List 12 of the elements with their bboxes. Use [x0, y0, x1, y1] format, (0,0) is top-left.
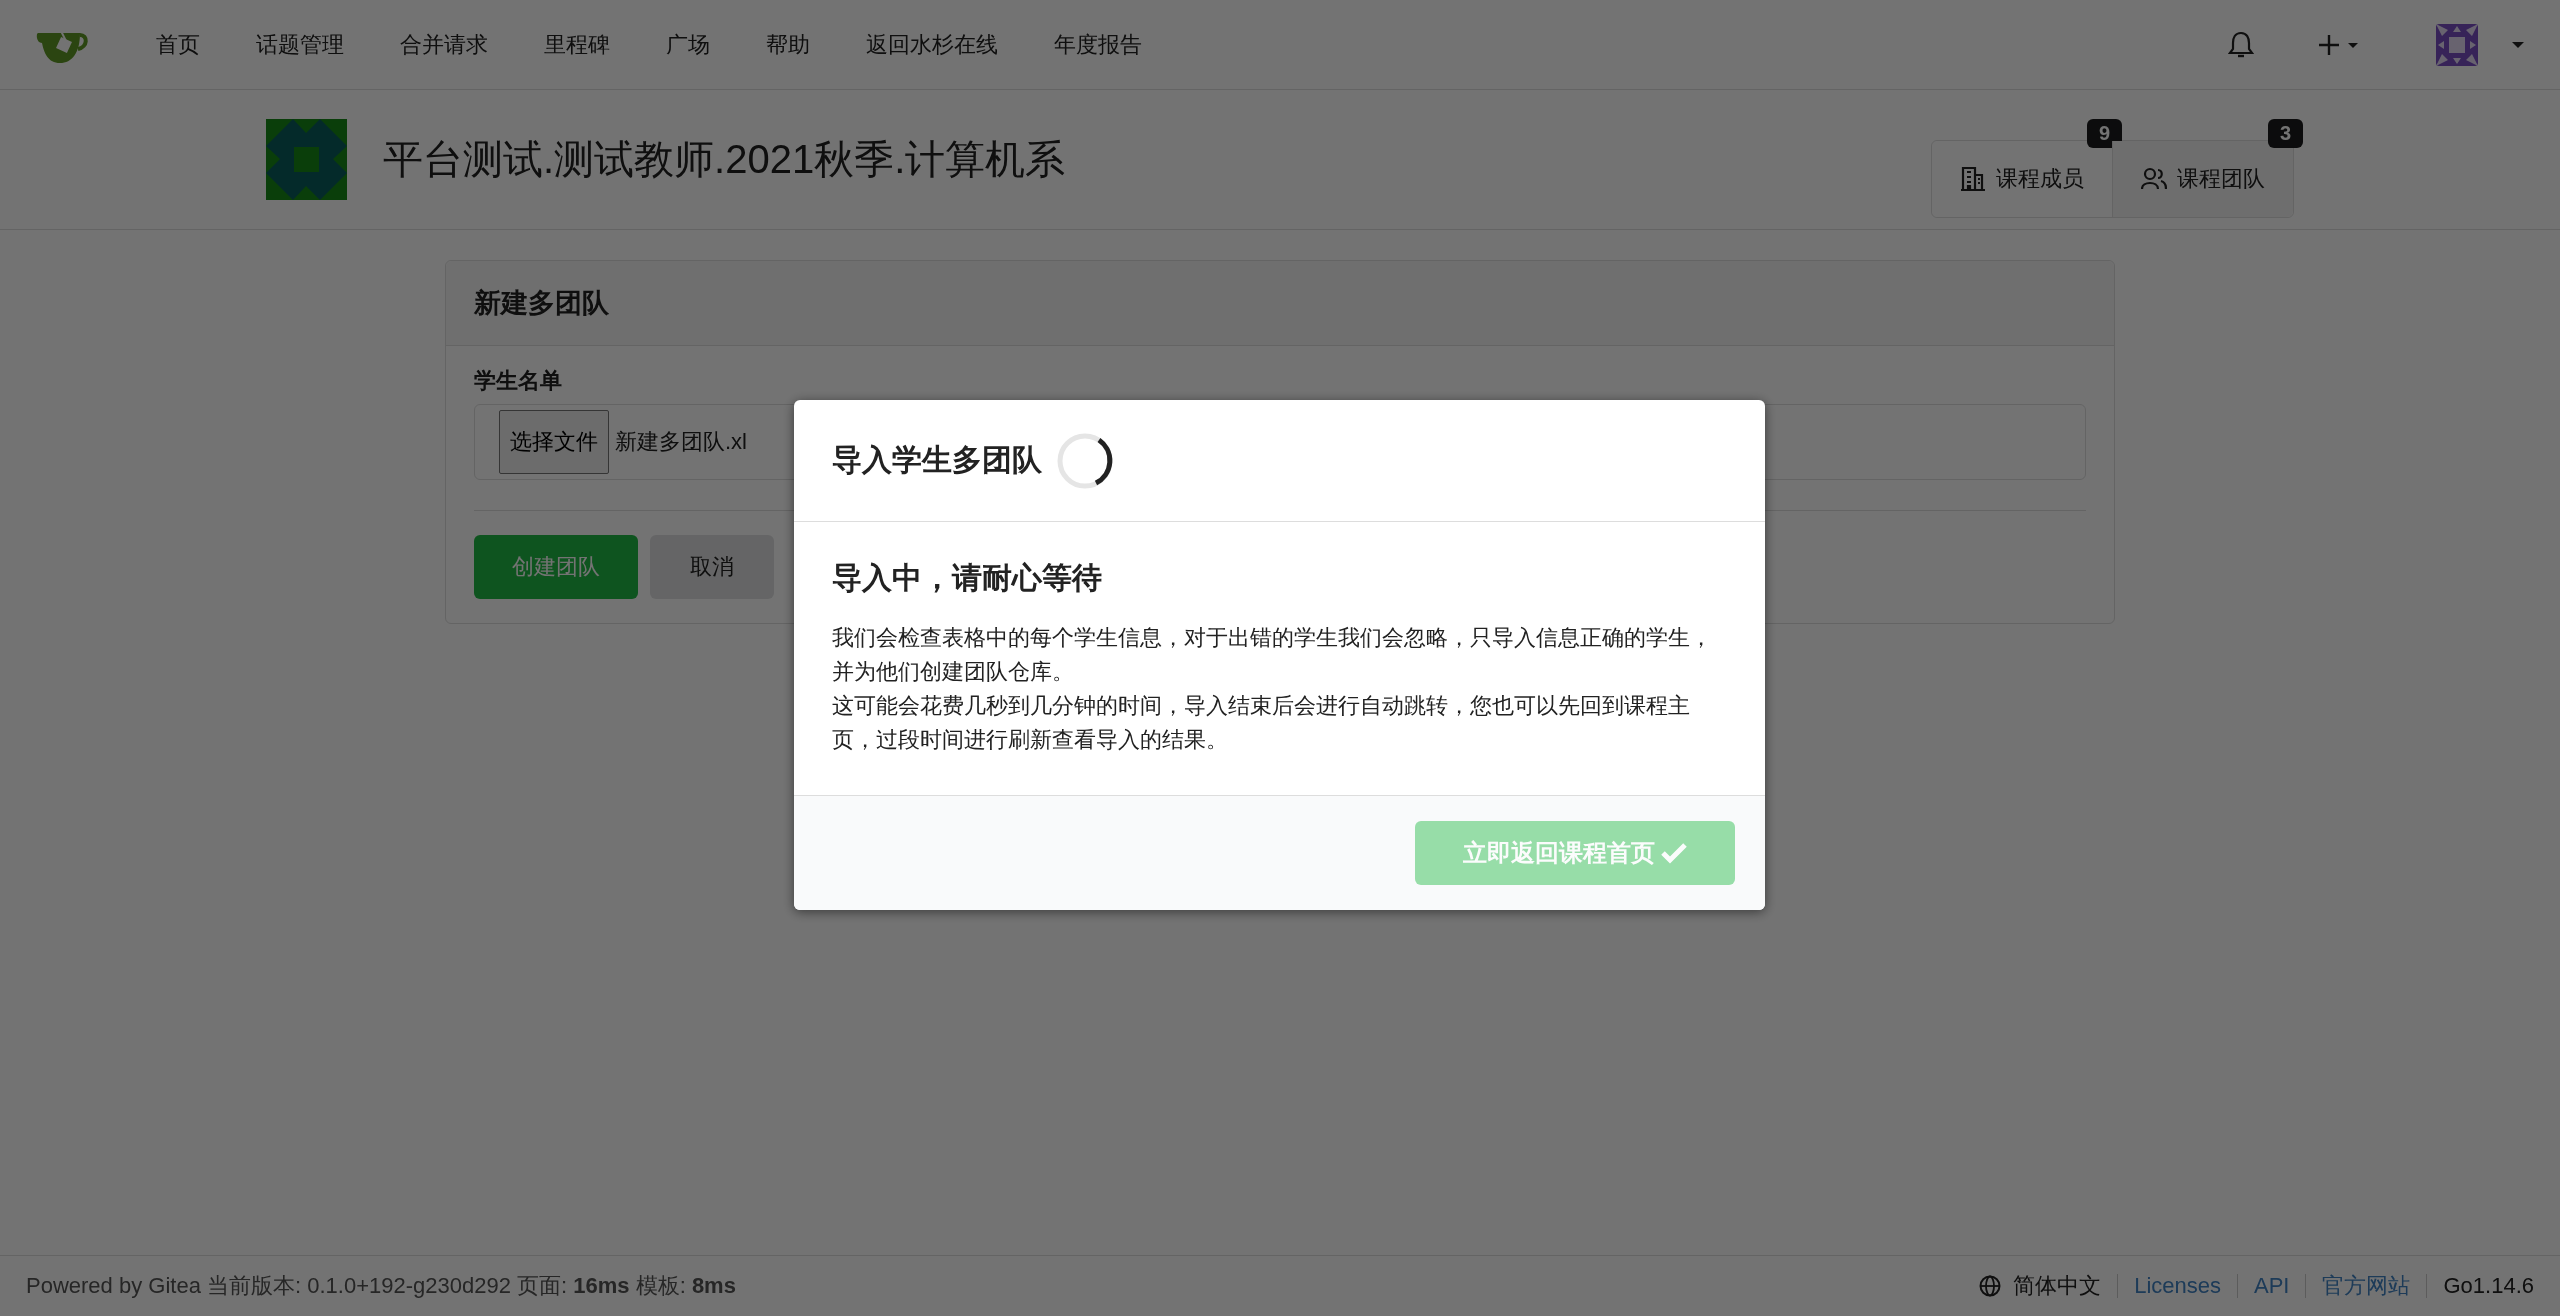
form-title: 新建多团队 — [446, 261, 2114, 346]
powered-by-text: Powered by Gitea 当前版本: 0.1.0+192-g230d292 页面: 16ms 模板: 8ms — [26, 1272, 737, 1300]
course-title: 平台测试.测试教师.2021秋季.计算机系 — [383, 136, 1067, 183]
file-name: 新建多团队.xl — [615, 428, 747, 456]
field-label: 学生名单 — [474, 367, 562, 395]
count-badge: 9 — [2086, 118, 2122, 148]
modal-heading: 导入中，请耐心等待 — [832, 560, 1103, 596]
modal-title: 导入学生多团队 — [832, 442, 1042, 478]
modal-paragraph: 我们会检查表格中的每个学生信息，对于出错的学生我们会忽略，只导入信息正确的学生，并为他们创建团队仓库。 — [832, 624, 1713, 686]
count-badge: 3 — [2267, 118, 2303, 148]
modal-paragraph: 这可能会花费几秒到几分钟的时间，导入结束后会进行自动跳转，您也可以先回到课程主页，过段时间进行刷新查看导入的结果。 — [832, 692, 1691, 754]
version-text: Go1.14.6 — [2443, 1273, 2534, 1299]
